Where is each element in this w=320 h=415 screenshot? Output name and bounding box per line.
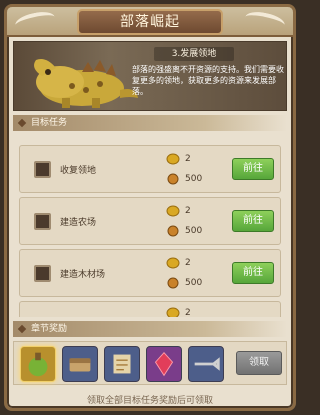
- goals-section-header: 目标任务: [13, 115, 287, 131]
- weapon-icon[interactable]: [188, 346, 224, 382]
- reward-food-line: 500: [166, 172, 202, 186]
- gold-coin-icon: [166, 257, 180, 269]
- goals-section-label: 目标任务: [31, 118, 68, 128]
- reward-coin-line: 2: [166, 152, 191, 166]
- gem-icon[interactable]: [146, 346, 182, 382]
- goto-button[interactable]: 前往: [232, 210, 274, 232]
- chapter-reward-strip: 领取: [13, 341, 287, 385]
- diamond-icon: [17, 118, 27, 128]
- dinosaur-icon: [34, 59, 138, 108]
- reward-food-line: 500: [166, 276, 202, 290]
- reward-value: 2: [185, 258, 191, 268]
- reward-value: 2: [185, 206, 191, 216]
- reward-value: 2: [185, 308, 191, 317]
- task-checkbox: [34, 265, 51, 282]
- window-title: 部落崛起: [77, 9, 223, 35]
- food-icon: [167, 225, 179, 237]
- task-row: 收复领地 2 500 前往: [19, 145, 281, 193]
- reward-coin-line: 2: [166, 306, 191, 317]
- tusk-decoration-icon: [13, 9, 57, 33]
- reward-coin-line: 2: [166, 256, 191, 270]
- reward-value: 500: [185, 226, 203, 236]
- claim-hint: 领取全部目标任务奖励后可领取: [86, 396, 213, 406]
- chapter-rewards-section-header: 章节奖励: [13, 321, 287, 337]
- task-name: 收复领地: [60, 166, 97, 176]
- goto-button[interactable]: 前往: [232, 262, 274, 284]
- reward-coin-line: 2: [166, 204, 191, 218]
- task-checkbox: [34, 213, 51, 230]
- task-row: 2: [19, 301, 281, 317]
- potion-icon[interactable]: [20, 346, 56, 382]
- window-header: 部落崛起: [7, 7, 293, 37]
- reward-value: 500: [185, 278, 203, 288]
- chapter-banner: 3.发展领地 部落的强盛离不开资源的支持。我们需要收复更多的领地，获取更多的资源…: [13, 41, 287, 111]
- chapter-title: 3.发展领地: [154, 47, 234, 61]
- reward-value: 500: [185, 174, 203, 184]
- diamond-icon: [17, 324, 27, 334]
- reward-food-line: 500: [166, 224, 202, 238]
- task-row: 建造木材场 2 500 前往: [19, 249, 281, 297]
- task-name: 建造木材场: [60, 270, 106, 280]
- tusk-decoration-icon: [243, 9, 287, 33]
- gold-coin-icon: [166, 153, 180, 165]
- reward-value: 2: [185, 154, 191, 164]
- task-list[interactable]: 收复领地 2 500 前往 建造农场 2 500 前往 建造木材场 2 500 …: [13, 143, 287, 317]
- claim-button[interactable]: 领取: [236, 351, 282, 375]
- gold-coin-icon: [166, 307, 180, 317]
- food-icon: [167, 277, 179, 289]
- task-checkbox: [34, 161, 51, 178]
- goto-button[interactable]: 前往: [232, 158, 274, 180]
- task-name: 建造农场: [60, 218, 97, 228]
- scroll-icon[interactable]: [104, 346, 140, 382]
- chapter-rewards-label: 章节奖励: [31, 324, 68, 334]
- chapter-description: 部落的强盛离不开资源的支持。我们需要收复更多的领地，获取更多的资源来发展部落。: [132, 65, 284, 96]
- gold-coin-icon: [166, 205, 180, 217]
- food-icon: [167, 173, 179, 185]
- task-row: 建造农场 2 500 前往: [19, 197, 281, 245]
- quest-window: 部落崛起 3.发展领地 部落的强盛离不开资源的支持。我们需要收复更多的领地，获取…: [4, 4, 296, 411]
- chest-icon[interactable]: [62, 346, 98, 382]
